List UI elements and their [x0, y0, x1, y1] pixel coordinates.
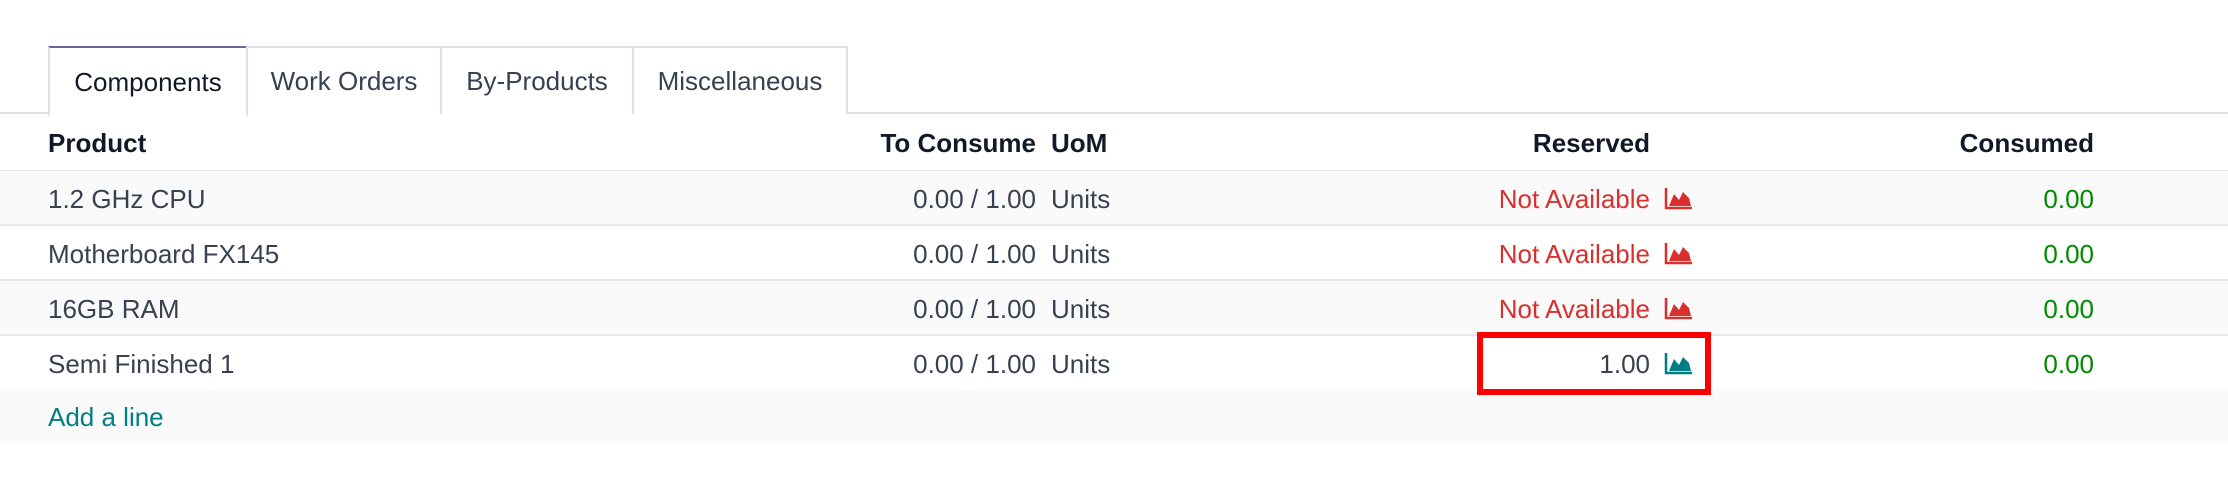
table-header: Product To Consume UoM Reserved Consumed: [0, 114, 2228, 171]
column-header-product[interactable]: Product: [48, 128, 146, 159]
uom-cell: Units: [1051, 294, 1111, 324]
uom-cell: Units: [1051, 239, 1111, 269]
table-row[interactable]: 16GB RAM 0.00 / 1.00 Units Not Available…: [0, 281, 2228, 336]
table-row[interactable]: Semi Finished 1 0.00 / 1.00 Units 1.00 0…: [0, 336, 2228, 391]
area-chart-icon[interactable]: [1664, 351, 1694, 375]
column-header-uom[interactable]: UoM: [1051, 128, 1107, 159]
to-consume-cell[interactable]: 0.00 / 1.00: [913, 349, 1036, 380]
reserved-cell: Not Available: [1498, 184, 1650, 214]
consumed-cell[interactable]: 0.00: [2043, 184, 2094, 215]
product-cell[interactable]: 16GB RAM: [48, 294, 180, 325]
column-header-consumed[interactable]: Consumed: [1960, 128, 2094, 159]
area-chart-icon[interactable]: [1664, 241, 1694, 265]
reserved-cell: 1.00: [1599, 349, 1650, 379]
to-consume-cell[interactable]: 0.00 / 1.00: [913, 184, 1036, 215]
add-line-link[interactable]: Add a line: [48, 402, 164, 433]
to-consume-cell[interactable]: 0.00 / 1.00: [913, 239, 1036, 270]
tab-work-orders[interactable]: Work Orders: [246, 46, 442, 114]
uom-cell: Units: [1051, 349, 1111, 379]
tab-components[interactable]: Components: [48, 46, 248, 116]
reserved-cell: Not Available: [1498, 294, 1650, 324]
column-header-reserved[interactable]: Reserved: [1533, 128, 1650, 159]
notebook-tabs: Components Work Orders By-Products Misce…: [0, 0, 2228, 116]
uom-cell: Units: [1051, 184, 1111, 214]
add-line-row: Add a line: [0, 390, 2228, 442]
table-row[interactable]: 1.2 GHz CPU 0.00 / 1.00 Units Not Availa…: [0, 171, 2228, 226]
components-table: Product To Consume UoM Reserved Consumed…: [0, 114, 2228, 391]
product-cell[interactable]: Motherboard FX145: [48, 239, 279, 270]
product-cell[interactable]: Semi Finished 1: [48, 349, 234, 380]
product-cell[interactable]: 1.2 GHz CPU: [48, 184, 206, 215]
to-consume-cell[interactable]: 0.00 / 1.00: [913, 294, 1036, 325]
reserved-cell: Not Available: [1498, 239, 1650, 269]
table-row[interactable]: Motherboard FX145 0.00 / 1.00 Units Not …: [0, 226, 2228, 281]
tab-by-products[interactable]: By-Products: [440, 46, 634, 114]
consumed-cell[interactable]: 0.00: [2043, 294, 2094, 325]
tab-miscellaneous[interactable]: Miscellaneous: [632, 46, 848, 114]
area-chart-icon[interactable]: [1664, 186, 1694, 210]
area-chart-icon[interactable]: [1664, 296, 1694, 320]
consumed-cell[interactable]: 0.00: [2043, 239, 2094, 270]
consumed-cell[interactable]: 0.00: [2043, 349, 2094, 380]
column-header-to-consume[interactable]: To Consume: [880, 128, 1036, 159]
